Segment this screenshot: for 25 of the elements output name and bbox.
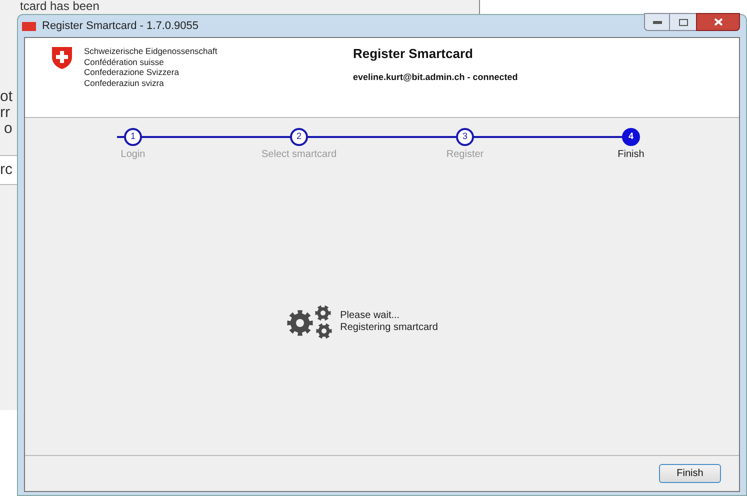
close-icon bbox=[714, 18, 722, 26]
step-label: Finish bbox=[618, 148, 644, 162]
background-text: tcard has been bbox=[20, 0, 100, 13]
status-text: Registering smartcard bbox=[340, 322, 438, 334]
organization-name: Confederazione Svizzera bbox=[84, 67, 180, 78]
minimize-icon bbox=[652, 20, 662, 24]
organization-name: Schweizerische Eidgenossenschaft bbox=[84, 46, 218, 56]
gears-icon bbox=[286, 304, 334, 338]
step-label: Select smartcard bbox=[261, 148, 337, 162]
flag-icon bbox=[22, 22, 36, 30]
minimize-button[interactable] bbox=[644, 13, 670, 31]
window-title: Register Smartcard - 1.7.0.9055 bbox=[42, 18, 199, 34]
swiss-shield-icon bbox=[51, 46, 73, 70]
maximize-button[interactable] bbox=[670, 13, 696, 31]
dialog-heading: Register Smartcard bbox=[353, 45, 474, 63]
user-status: eveline.kurt@bit.admin.ch - connected bbox=[353, 70, 518, 84]
finish-button[interactable]: Finish bbox=[659, 464, 721, 483]
step-label: Register bbox=[446, 148, 484, 162]
organization-name: Confédération suisse bbox=[84, 56, 165, 67]
close-button[interactable] bbox=[696, 13, 740, 31]
background-text: rc bbox=[0, 160, 12, 180]
step-label: Login bbox=[120, 148, 146, 162]
organization-name: Confederaziun svizra bbox=[84, 78, 165, 88]
status-text: Please wait... bbox=[340, 310, 401, 322]
maximize-icon bbox=[678, 18, 688, 26]
